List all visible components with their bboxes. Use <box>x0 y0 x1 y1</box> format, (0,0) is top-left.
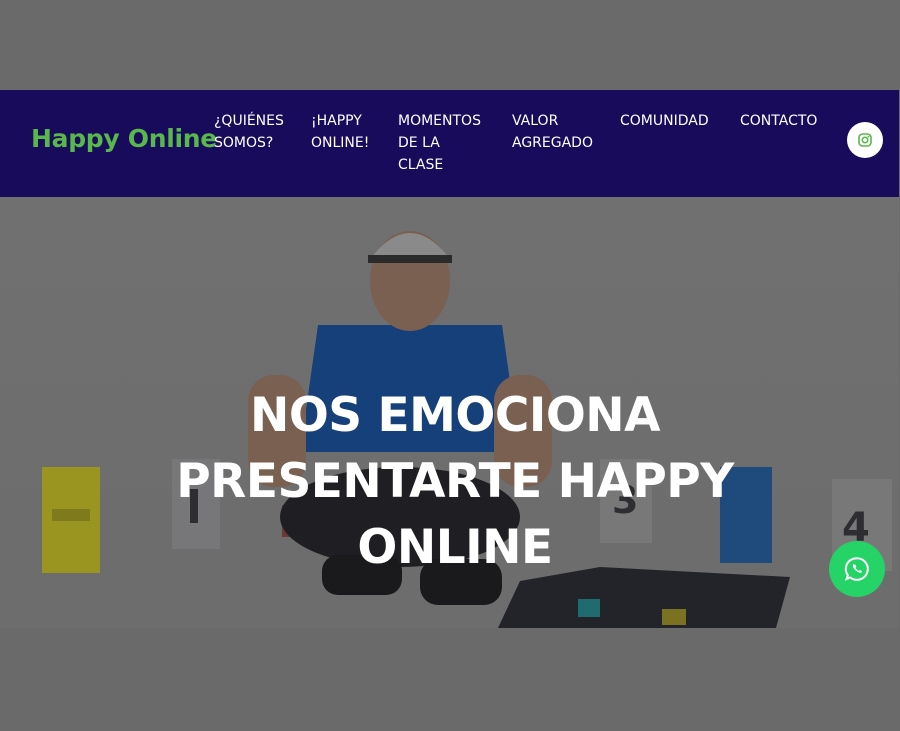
navbar: Happy Online ¿QUIÉNES SOMOS? ¡HAPPY ONLI… <box>0 90 899 197</box>
whatsapp-button[interactable] <box>829 541 885 597</box>
instagram-button[interactable] <box>847 122 883 158</box>
hero-title: NOS EMOCIONA PRESENTARTE HAPPY ONLINE <box>176 388 734 576</box>
site-logo[interactable]: Happy Online <box>31 124 217 153</box>
hero-section: 3 4 NOS EMOCIONA PRESENTARTE HAPPY ONLIN… <box>0 197 899 628</box>
nav-item-happy-online[interactable]: ¡HAPPY ONLINE! <box>311 110 381 154</box>
nav-item-comunidad[interactable]: COMUNIDAD <box>620 110 720 132</box>
instagram-icon <box>858 133 872 147</box>
nav-item-momentos-de-la-clase[interactable]: MOMENTOS DE LA CLASE <box>398 110 493 176</box>
nav-item-valor-agregado[interactable]: VALOR AGREGADO <box>512 110 602 154</box>
page: Happy Online ¿QUIÉNES SOMOS? ¡HAPPY ONLI… <box>0 0 900 731</box>
nav-item-quienes-somos[interactable]: ¿QUIÉNES SOMOS? <box>214 110 294 154</box>
whatsapp-icon <box>844 557 869 581</box>
nav-item-contacto[interactable]: CONTACTO <box>740 110 830 132</box>
